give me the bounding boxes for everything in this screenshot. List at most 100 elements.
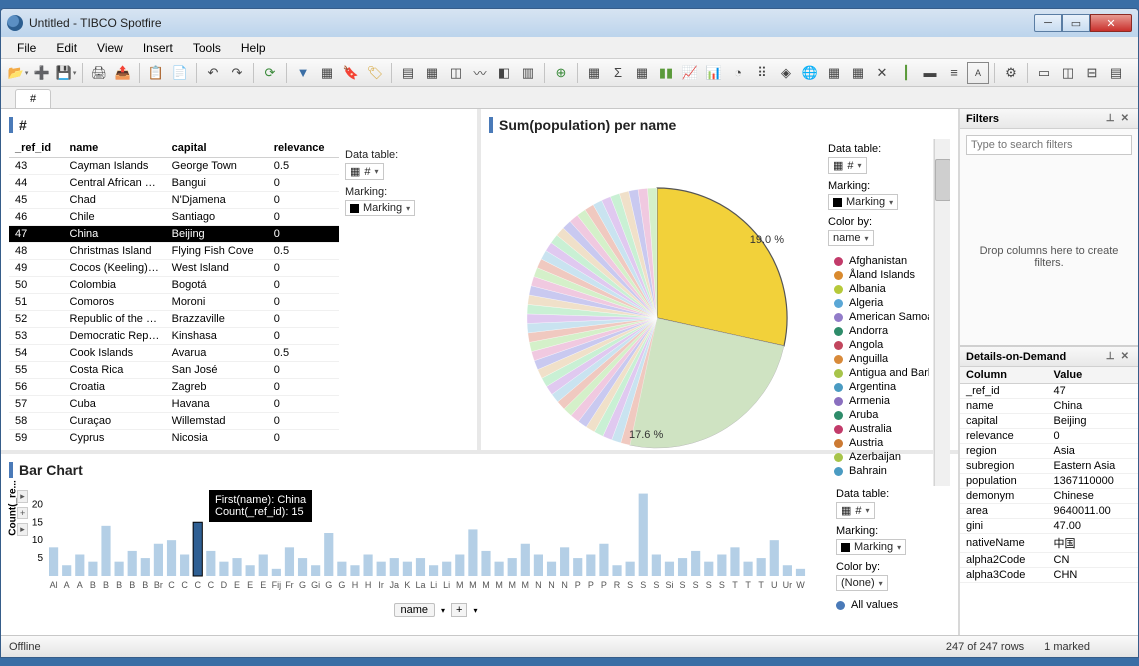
scatter-icon[interactable]: ⠿ xyxy=(751,62,773,84)
menu-tools[interactable]: Tools xyxy=(185,39,229,57)
dod-row[interactable]: demonymChinese xyxy=(960,489,1138,504)
bookmark-icon[interactable]: 🔖 xyxy=(340,62,362,84)
table-row[interactable]: 45ChadN'Djamena0 xyxy=(9,192,339,209)
menu-view[interactable]: View xyxy=(89,39,131,57)
dod-header[interactable]: Details-on-Demand ⊥ ✕ xyxy=(960,347,1138,367)
refresh-icon[interactable]: ⟳ xyxy=(259,62,281,84)
filter-search-input[interactable] xyxy=(966,135,1132,155)
export-icon[interactable]: 📤 xyxy=(112,62,134,84)
summary-icon[interactable]: Σ xyxy=(607,62,629,84)
settings-icon[interactable]: ⚙ xyxy=(1000,62,1022,84)
paste-icon[interactable]: 📄 xyxy=(169,62,191,84)
table-row[interactable]: 56CroatiaZagreb0 xyxy=(9,379,339,396)
filter-dropzone[interactable]: Drop columns here to create filters. xyxy=(966,245,1132,269)
layout3-icon[interactable]: ⊟ xyxy=(1081,62,1103,84)
dod-row[interactable]: relevance0 xyxy=(960,429,1138,444)
dod-row[interactable]: nativeName中国 xyxy=(960,534,1138,553)
menu-file[interactable]: File xyxy=(9,39,44,57)
cfg-marking-select[interactable]: Marking ▾ xyxy=(345,200,415,216)
legend-item[interactable]: Andorra xyxy=(828,324,929,338)
map-icon[interactable]: 🌐 xyxy=(799,62,821,84)
table-row[interactable]: 49Cocos (Keeling) I...West Island0 xyxy=(9,260,339,277)
pie-legend[interactable]: AfghanistanÅland IslandsAlbaniaAlgeriaAm… xyxy=(828,250,929,482)
col-header[interactable]: name xyxy=(64,139,166,158)
table-row[interactable]: 43Cayman IslandsGeorge Town0.5 xyxy=(9,158,339,175)
table-row[interactable]: 44Central African R...Bangui0 xyxy=(9,175,339,192)
bar-xaxis-control[interactable]: name▾ +▾ xyxy=(49,603,822,617)
save-icon[interactable]: 💾▾ xyxy=(55,62,77,84)
legend-item[interactable]: Anguilla xyxy=(828,352,929,366)
pin-icon[interactable]: ⊥ xyxy=(1103,113,1118,124)
menu-insert[interactable]: Insert xyxy=(135,39,181,57)
table-row[interactable]: 52Republic of the C...Brazzaville0 xyxy=(9,311,339,328)
filters-header[interactable]: Filters ⊥ ✕ xyxy=(960,109,1138,129)
table-row[interactable]: 50ColombiaBogotá0 xyxy=(9,277,339,294)
table-row[interactable]: 55Costa RicaSan José0 xyxy=(9,362,339,379)
parallel-icon[interactable]: ▥ xyxy=(517,62,539,84)
filter-icon[interactable]: ▼ xyxy=(292,62,314,84)
table-row[interactable]: 53Democratic Repu...Kinshasa0 xyxy=(9,328,339,345)
bar-colorby-select[interactable]: (None) ▾ xyxy=(836,575,888,591)
table-row[interactable]: 46ChileSantiago0 xyxy=(9,209,339,226)
legend-item[interactable]: Austria xyxy=(828,436,929,450)
table-row[interactable]: 58CuraçaoWillemstad0 xyxy=(9,413,339,430)
scatter3d-icon[interactable]: ◈ xyxy=(775,62,797,84)
table-row[interactable]: 51ComorosMoroni0 xyxy=(9,294,339,311)
grid-icon[interactable]: ▦ xyxy=(583,62,605,84)
col-header[interactable]: _ref_id xyxy=(9,139,64,158)
parallel2-icon[interactable]: ≡ xyxy=(943,62,965,84)
col-header[interactable]: relevance xyxy=(268,139,339,158)
legend-item[interactable]: Australia xyxy=(828,422,929,436)
pie-marking-select[interactable]: Marking ▾ xyxy=(828,194,898,210)
dod-row[interactable]: alpha2CodeCN xyxy=(960,553,1138,568)
col-header[interactable]: capital xyxy=(166,139,268,158)
pie-colorby-select[interactable]: name ▾ xyxy=(828,230,874,246)
dod-row[interactable]: alpha3CodeCHN xyxy=(960,568,1138,583)
dod-row[interactable]: population1367110000 xyxy=(960,474,1138,489)
layout1-icon[interactable]: ▭ xyxy=(1033,62,1055,84)
close-button[interactable]: ✕ xyxy=(1090,14,1132,32)
legend-item[interactable]: Argentina xyxy=(828,380,929,394)
tag-icon[interactable]: 🏷 xyxy=(364,62,386,84)
treemap-icon[interactable]: ▦ xyxy=(823,62,845,84)
pie-datatable-select[interactable]: ▦ # ▾ xyxy=(828,157,867,174)
line-chart2-icon[interactable]: 〰 xyxy=(469,62,491,84)
titlebar[interactable]: Untitled - TIBCO Spotfire ─ ▭ ✕ xyxy=(1,9,1138,37)
table-row[interactable]: 54Cook IslandsAvarua0.5 xyxy=(9,345,339,362)
legend-item[interactable]: Afghanistan xyxy=(828,254,929,268)
dod-table[interactable]: ColumnValue_ref_id47nameChinacapitalBeij… xyxy=(960,367,1138,635)
cfg-datatable-select[interactable]: ▦ # ▾ xyxy=(345,163,384,180)
dod-row[interactable]: capitalBeijing xyxy=(960,414,1138,429)
details-icon[interactable]: ▦ xyxy=(316,62,338,84)
page-tab[interactable]: # xyxy=(15,89,51,108)
open-icon[interactable]: 📂▾ xyxy=(7,62,29,84)
copy-icon[interactable]: 📋 xyxy=(145,62,167,84)
heatmap-icon[interactable]: ▦ xyxy=(847,62,869,84)
waterfall-icon[interactable]: ▬ xyxy=(919,62,941,84)
pin-icon[interactable]: ⊥ xyxy=(1103,351,1118,362)
legend-item[interactable]: American Samoa xyxy=(828,310,929,324)
pie-scrollbar[interactable] xyxy=(934,139,950,486)
bar-chart[interactable]: ▸+▸ Count(_re... 5101520AlAABBBBBBrCCCCD… xyxy=(9,484,830,631)
bar-marking-select[interactable]: Marking ▾ xyxy=(836,539,906,555)
bar-chart-icon[interactable]: ▮▮ xyxy=(655,62,677,84)
line-chart-icon[interactable]: 📈 xyxy=(679,62,701,84)
table-vis-icon[interactable]: ▤ xyxy=(397,62,419,84)
kpi-icon[interactable]: ◧ xyxy=(493,62,515,84)
dod-row[interactable]: area9640011.00 xyxy=(960,504,1138,519)
graphical-table-icon[interactable]: ◫ xyxy=(445,62,467,84)
dod-row[interactable]: subregionEastern Asia xyxy=(960,459,1138,474)
pie-chart-icon[interactable]: ◔ xyxy=(727,62,749,84)
close-panel-icon[interactable]: ✕ xyxy=(1118,113,1132,124)
network-icon[interactable]: ✕ xyxy=(871,62,893,84)
maximize-button[interactable]: ▭ xyxy=(1062,14,1090,32)
crosstable-icon[interactable]: ▦ xyxy=(421,62,443,84)
menu-help[interactable]: Help xyxy=(233,39,274,57)
table-row[interactable]: 48Christmas IslandFlying Fish Cove0.5 xyxy=(9,243,339,260)
legend-item[interactable]: Algeria xyxy=(828,296,929,310)
close-panel-icon[interactable]: ✕ xyxy=(1118,351,1132,362)
new-page-icon[interactable]: ⊕ xyxy=(550,62,572,84)
legend-item[interactable]: Aruba xyxy=(828,408,929,422)
add-data-icon[interactable]: ➕ xyxy=(31,62,53,84)
table-row[interactable]: 57CubaHavana0 xyxy=(9,396,339,413)
